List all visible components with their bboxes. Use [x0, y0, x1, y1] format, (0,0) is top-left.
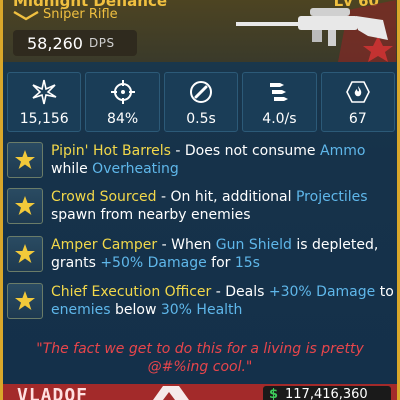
perk-keyword: Gun Shield — [215, 237, 292, 253]
perk-text: Chief Execution Officer - Deals +30% Dam… — [51, 283, 395, 319]
crosshair-icon — [110, 80, 135, 104]
perk-keyword: Ammo — [320, 143, 366, 159]
item-type: Sniper Rifle — [43, 7, 118, 22]
perk-keyword: Projectiles — [295, 189, 368, 205]
perk-star-icon — [7, 188, 43, 224]
perk-desc: to — [375, 284, 394, 300]
reload-icon — [190, 81, 213, 103]
item-card: Midnight Defiance Lv 60 Sniper Rifle 58,… — [0, 0, 400, 400]
stat-value: 67 — [348, 111, 367, 127]
perk-keyword: 30% Health — [160, 302, 243, 318]
perk-keyword: Overheating — [92, 161, 179, 177]
perk-desc: for — [206, 255, 235, 271]
fire-rate-icon — [270, 83, 289, 101]
perk-desc: spawn from nearby enemies — [51, 207, 251, 223]
perk-desc: - Does not consume — [170, 143, 320, 159]
currency-icon: $ — [269, 387, 279, 400]
stat-value: 84% — [107, 111, 139, 127]
perk-text: Pipin' Hot Barrels - Does not consume Am… — [51, 142, 395, 178]
flavor-quote: "The fact we get to do this for a living… — [36, 341, 364, 375]
stat-value: 15,156 — [19, 111, 69, 127]
perk-star-icon — [7, 142, 43, 178]
perk-2: Crowd Sourced - On hit, additional Proje… — [7, 188, 395, 224]
manufacturer-logo-icon — [153, 386, 189, 400]
perk-name: Crowd Sourced — [51, 189, 157, 205]
perk-keyword: enemies — [51, 302, 111, 318]
perk-star-icon — [7, 283, 43, 319]
perk-text: Amper Camper - When Gun Shield is deplet… — [51, 236, 395, 272]
damage-burst-icon — [32, 79, 57, 105]
item-header: Midnight Defiance Lv 60 Sniper Rifle 58,… — [3, 0, 397, 62]
perk-4: Chief Execution Officer - Deals +30% Dam… — [7, 283, 395, 319]
perk-keyword: +50% Damage — [100, 255, 207, 271]
stat-value: 4.0/s — [262, 111, 297, 127]
sniper-rifle-icon — [236, 0, 396, 62]
perk-name: Pipin' Hot Barrels — [51, 143, 171, 159]
stat-accuracy: 84% — [85, 72, 160, 132]
perk-text: Crowd Sourced - On hit, additional Proje… — [51, 188, 395, 224]
manufacturer-name: VLADOF — [17, 385, 89, 400]
stat-fire-rate: 4.0/s — [242, 72, 317, 132]
stats-row: 15,156 84% 0.5s 4.0/s 67 — [7, 72, 396, 132]
stat-value: 0.5s — [186, 111, 216, 127]
price-value: 117,416,360 — [285, 387, 368, 400]
rarity-chevron-icon — [13, 11, 39, 21]
perk-desc: - Deals — [211, 284, 269, 300]
magazine-flame-icon — [345, 81, 370, 103]
perk-keyword: 15s — [234, 255, 260, 271]
perk-keyword: +30% Damage — [268, 284, 376, 300]
perk-desc: - On hit, additional — [156, 189, 296, 205]
stat-reload: 0.5s — [163, 72, 239, 132]
stat-magazine: 67 — [320, 72, 396, 132]
perk-1: Pipin' Hot Barrels - Does not consume Am… — [7, 142, 395, 178]
dps-value: 58,260 — [27, 33, 83, 53]
perk-3: Amper Camper - When Gun Shield is deplet… — [7, 236, 395, 272]
perk-desc: - When — [157, 237, 216, 253]
stat-damage: 15,156 — [7, 72, 82, 132]
perk-desc: below — [110, 302, 161, 318]
perk-name: Chief Execution Officer — [51, 284, 212, 300]
price-box: $ 117,416,360 — [263, 386, 391, 400]
perk-desc: while — [51, 161, 93, 177]
perk-star-icon — [7, 236, 43, 272]
footer-bar: VLADOF $ 117,416,360 — [3, 384, 397, 400]
dps-label: DPS — [88, 36, 115, 50]
perk-name: Amper Camper — [51, 237, 158, 253]
dps-box: 58,260 DPS — [13, 30, 137, 56]
